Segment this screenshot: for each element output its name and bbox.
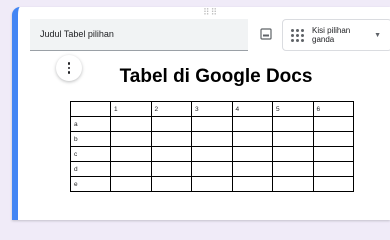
table-cell bbox=[110, 161, 152, 177]
add-image-button[interactable] bbox=[258, 26, 274, 42]
table-cell bbox=[110, 131, 152, 147]
table-cell bbox=[312, 146, 354, 162]
table-header-cell: 5 bbox=[272, 101, 314, 117]
table-cell bbox=[272, 146, 314, 162]
question-type-label: Kisi pilihan ganda bbox=[312, 26, 351, 44]
table-cell bbox=[272, 131, 314, 147]
table-cell bbox=[312, 131, 354, 147]
table-row: d bbox=[70, 161, 354, 177]
table-cell bbox=[312, 161, 354, 177]
table-cell bbox=[150, 146, 192, 162]
table-cell bbox=[272, 161, 314, 177]
table-header-cell: 3 bbox=[191, 101, 233, 117]
table-cell bbox=[231, 146, 273, 162]
table-row: e bbox=[70, 176, 354, 192]
table-cell bbox=[312, 176, 354, 192]
row-label: c bbox=[70, 146, 111, 162]
row-label: d bbox=[70, 161, 111, 177]
row-label: b bbox=[70, 131, 111, 147]
row-label: a bbox=[70, 116, 111, 132]
table-cell bbox=[231, 161, 273, 177]
table-cell bbox=[110, 146, 152, 162]
table-header-cell: 4 bbox=[231, 101, 273, 117]
table-header-cell: 2 bbox=[150, 101, 192, 117]
table-header-row: 1 2 3 4 5 6 bbox=[70, 101, 354, 117]
drag-handle-icon[interactable]: ⠿⠿ bbox=[203, 8, 218, 17]
table-cell bbox=[150, 131, 192, 147]
image-icon bbox=[260, 28, 272, 40]
table-cell bbox=[272, 176, 314, 192]
table-cell bbox=[150, 176, 192, 192]
table-cell bbox=[110, 176, 152, 192]
table-header-cell: 6 bbox=[312, 101, 354, 117]
table-cell bbox=[312, 116, 354, 132]
table-cell bbox=[150, 161, 192, 177]
question-type-select[interactable]: Kisi pilihan ganda ▼ bbox=[282, 19, 390, 51]
question-title-value: Judul Tabel pilihan bbox=[40, 29, 114, 39]
table-cell bbox=[191, 116, 233, 132]
table-cell bbox=[231, 176, 273, 192]
row-label: e bbox=[70, 176, 111, 192]
caret-down-icon: ▼ bbox=[374, 31, 381, 39]
table-header-cell: 1 bbox=[110, 101, 152, 117]
table-cell bbox=[272, 116, 314, 132]
table-cell bbox=[191, 176, 233, 192]
question-card[interactable]: ⠿⠿ Judul Tabel pilihan Kisi pilihan gand… bbox=[12, 7, 390, 220]
table-cell bbox=[231, 131, 273, 147]
data-table: 1 2 3 4 5 6 a b c d e bbox=[70, 101, 354, 192]
grid-icon bbox=[291, 28, 304, 42]
table-cell bbox=[150, 116, 192, 132]
table-cell bbox=[191, 161, 233, 177]
table-header-cell bbox=[70, 101, 111, 117]
table-cell bbox=[231, 116, 273, 132]
table-row: a bbox=[70, 116, 354, 132]
document-title: Tabel di Google Docs bbox=[119, 66, 313, 87]
table-cell bbox=[191, 146, 233, 162]
table-row: b bbox=[70, 131, 354, 147]
more-vert-icon bbox=[67, 62, 71, 74]
question-title-input[interactable]: Judul Tabel pilihan bbox=[30, 19, 248, 51]
table-cell bbox=[110, 116, 152, 132]
table-row: c bbox=[70, 146, 354, 162]
table-cell bbox=[191, 131, 233, 147]
